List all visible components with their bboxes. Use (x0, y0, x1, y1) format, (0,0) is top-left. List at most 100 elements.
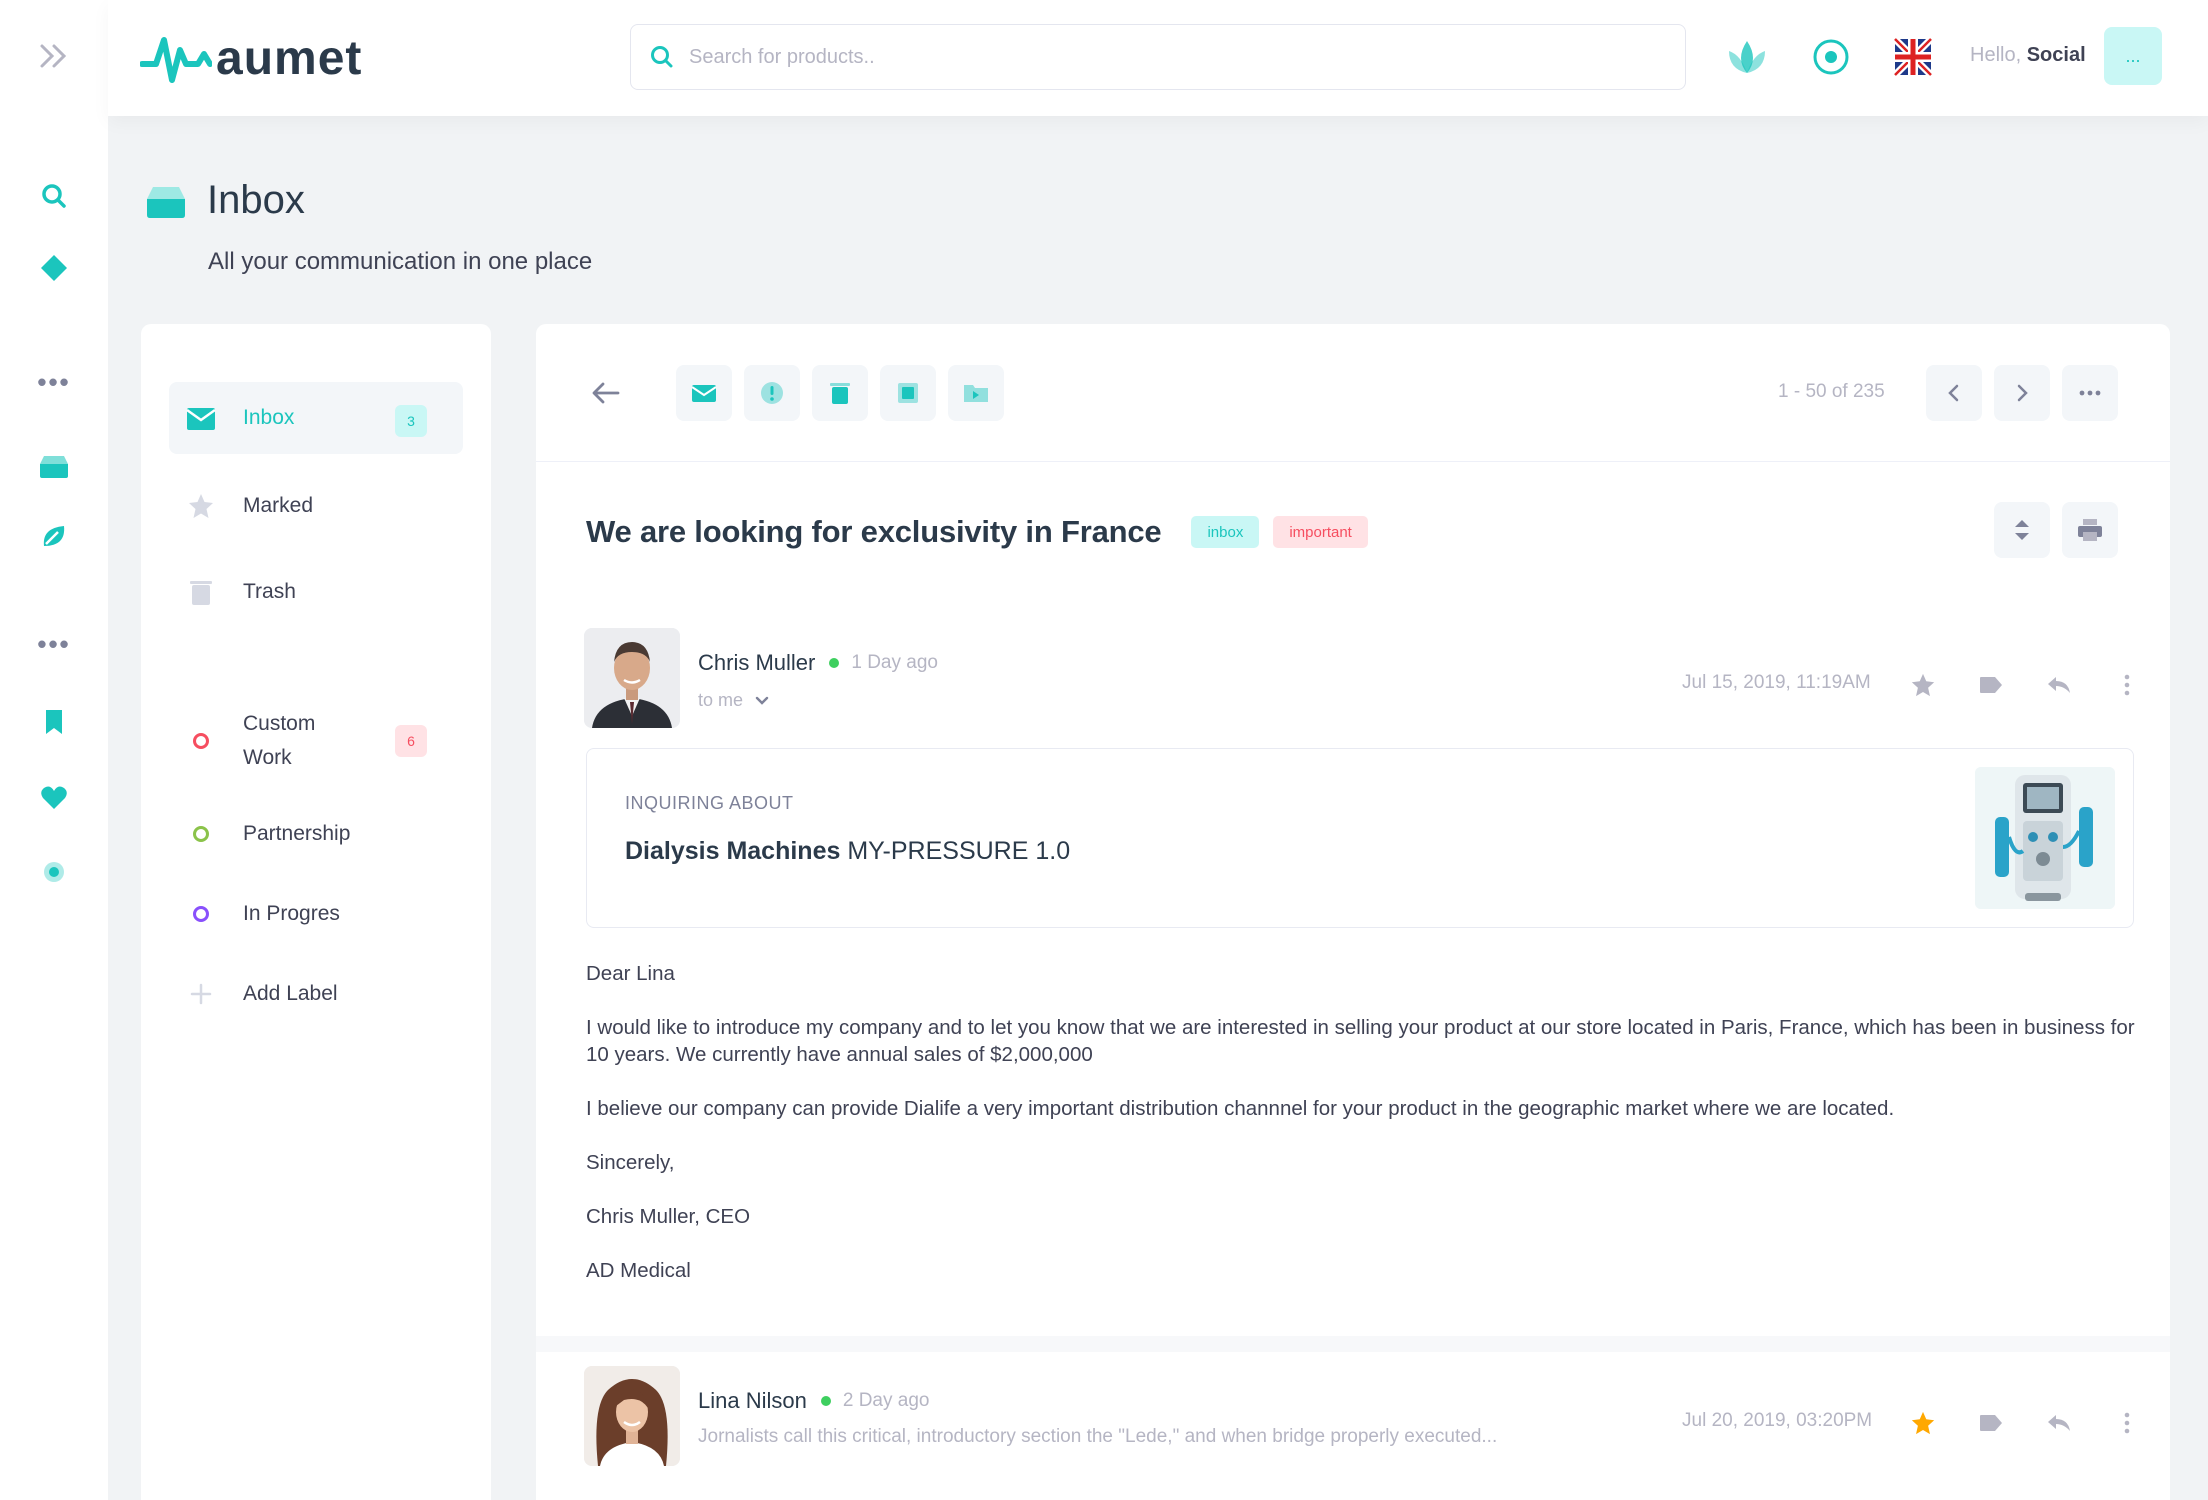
label-in-progress[interactable]: In Progres (169, 878, 463, 950)
reply-icon (2048, 677, 2070, 693)
logo[interactable]: aumet (140, 26, 362, 90)
label-button[interactable] (1974, 1406, 2008, 1440)
print-button[interactable] (2062, 502, 2118, 558)
body-paragraph: Sincerely, (586, 1151, 675, 1174)
pager-text: 1 - 50 of 235 (1778, 381, 1885, 402)
body-paragraph: Dear Lina (586, 962, 675, 985)
uk-flag-icon[interactable] (1890, 34, 1936, 80)
folders-panel: Inbox 3 Marked Trash Custom Work 6 Partn… (141, 324, 491, 1500)
folder-icon (964, 385, 988, 402)
left-rail: ••• ••• (0, 0, 108, 1500)
sender-name: Chris Muller (698, 650, 816, 675)
leaf-icon[interactable] (0, 516, 108, 556)
body-paragraph: I would like to introduce my company and… (586, 1016, 2135, 1066)
reply-button[interactable] (2042, 668, 2076, 702)
expand-collapse-button[interactable] (1994, 502, 2050, 558)
tag-inbox[interactable]: inbox (1191, 516, 1260, 548)
search-input[interactable] (689, 45, 1589, 69)
label-button[interactable] (1974, 668, 2008, 702)
label-custom-work[interactable]: Custom Work 6 (169, 696, 463, 786)
reply-sender-name: Lina Nilson (698, 1388, 807, 1413)
inquiry-card[interactable]: INQUIRING ABOUT Dialysis Machines MY-PRE… (586, 748, 2134, 928)
recipient-text: to me (698, 690, 744, 710)
reply-date: Jul 20, 2019, 03:20PM (1682, 1410, 1873, 1431)
message-body: Dear Lina I would like to introduce my c… (586, 960, 2146, 1311)
logo-text: aumet (216, 31, 363, 85)
target-icon[interactable] (1808, 34, 1854, 80)
label-partnership[interactable]: Partnership (169, 798, 463, 870)
message-more-button[interactable] (2110, 668, 2144, 702)
label-text: Partnership (243, 822, 351, 845)
body-paragraph: I believe our company can provide Dialif… (586, 1097, 1895, 1120)
message-divider (536, 1336, 2170, 1352)
star-button[interactable] (1906, 1406, 1940, 1440)
more-vertical-icon (2124, 674, 2130, 696)
sort-arrows-icon (2015, 520, 2029, 540)
gear-icon[interactable] (0, 852, 108, 892)
more-options-button[interactable] (2062, 365, 2118, 421)
reply-icon (2048, 1415, 2070, 1431)
mark-important-button[interactable] (744, 365, 800, 421)
trash-icon (830, 383, 850, 404)
search-bar[interactable] (630, 24, 1686, 90)
envelope-icon (186, 408, 216, 430)
expand-icon[interactable] (0, 36, 108, 76)
logo-pulse-icon (140, 37, 212, 83)
page-title: Inbox (207, 178, 305, 222)
folder-label: Trash (243, 580, 296, 603)
diamond-icon[interactable] (0, 248, 108, 288)
back-button[interactable] (578, 365, 634, 421)
message-date: Jul 15, 2019, 11:19AM (1682, 672, 1871, 693)
add-label-button[interactable]: Add Label (169, 958, 463, 1030)
more-dots-icon[interactable]: ••• (0, 624, 108, 664)
folder-trash[interactable]: Trash (169, 556, 463, 628)
message-more-button[interactable] (2110, 1406, 2144, 1440)
page-heading: Inbox (143, 178, 305, 223)
delete-button[interactable] (812, 365, 868, 421)
reply-row[interactable]: Lina Nilson 2 Day ago Jornalists call th… (584, 1366, 2144, 1466)
folder-inbox[interactable]: Inbox 3 (169, 382, 463, 454)
label-text: Add Label (243, 982, 338, 1005)
star-button[interactable] (1906, 668, 1940, 702)
more-dots-icon[interactable]: ••• (0, 362, 108, 402)
search-icon (651, 46, 673, 68)
archive-button[interactable] (880, 365, 936, 421)
trash-icon (190, 581, 212, 605)
tag-important[interactable]: important (1273, 516, 1368, 548)
folder-marked[interactable]: Marked (169, 470, 463, 542)
exclamation-icon (761, 382, 783, 404)
recipient-toggle[interactable]: to me (698, 690, 771, 711)
bookmark-icon[interactable] (0, 702, 108, 742)
star-icon (1911, 673, 1935, 697)
user-name: Social (2026, 44, 2086, 66)
user-greeting[interactable]: Hello, Social (1970, 44, 2086, 67)
sender-row[interactable]: Chris Muller 1 Day ago to me Jul 15, 201… (584, 628, 2144, 728)
inbox-tray-icon (147, 186, 185, 218)
product-model: MY-PRESSURE 1.0 (847, 837, 1071, 865)
mark-read-button[interactable] (676, 365, 732, 421)
reply-button[interactable] (2042, 1406, 2076, 1440)
reply-time-ago: 2 Day ago (842, 1390, 930, 1411)
greeting-text: Hello, (1970, 44, 2022, 66)
prev-page-button[interactable] (1926, 365, 1982, 421)
green-ring-icon (193, 826, 209, 842)
body-paragraph: Chris Muller, CEO (586, 1205, 751, 1228)
reply-name-line: Lina Nilson 2 Day ago (698, 1388, 929, 1414)
search-icon[interactable] (0, 176, 108, 216)
envelope-icon (691, 385, 717, 402)
move-to-folder-button[interactable] (948, 365, 1004, 421)
body-paragraph: AD Medical (586, 1259, 691, 1282)
purple-ring-icon (193, 906, 209, 922)
avatar[interactable]: ... (2104, 27, 2162, 85)
next-page-button[interactable] (1994, 365, 2050, 421)
lotus-icon[interactable] (1724, 34, 1770, 80)
tag-icon (1980, 1415, 2002, 1431)
plus-icon (190, 983, 212, 1005)
heart-icon[interactable] (0, 778, 108, 818)
label-count-badge: 6 (395, 725, 427, 757)
inbox-tray-icon[interactable] (0, 446, 108, 486)
sender-avatar (584, 628, 680, 728)
folder-label: Marked (243, 494, 314, 517)
square-icon (898, 383, 918, 403)
chevron-right-icon (2017, 384, 2028, 402)
